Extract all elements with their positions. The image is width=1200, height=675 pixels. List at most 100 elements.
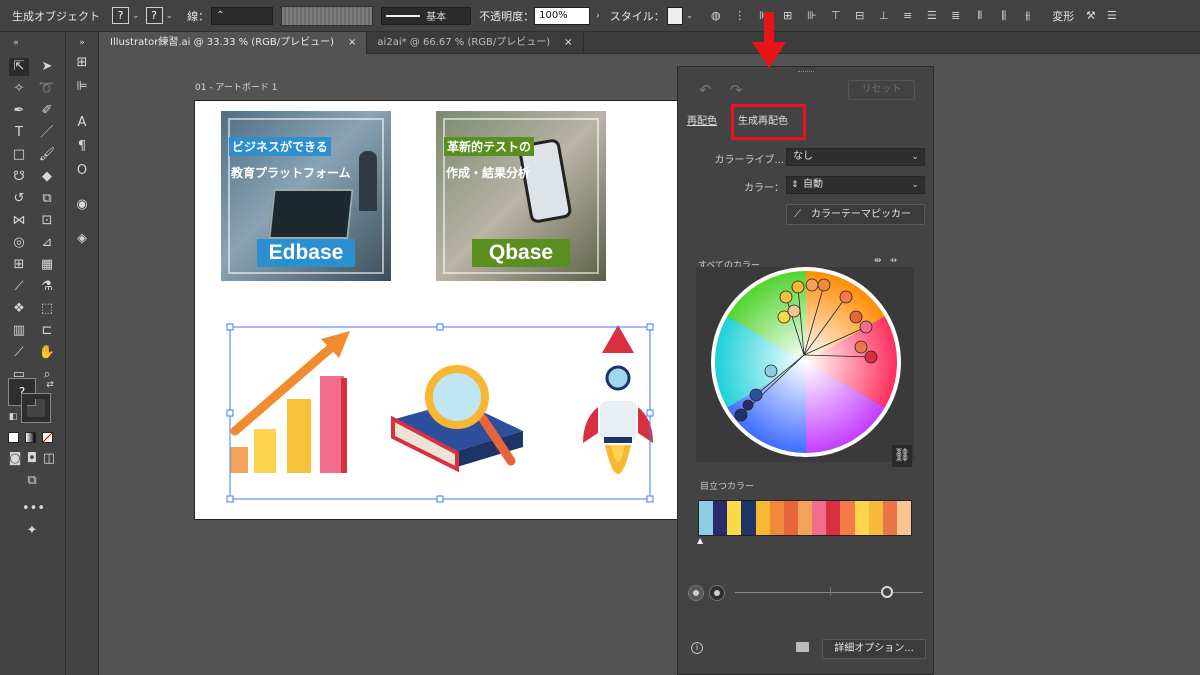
align-right-icon[interactable]: ⊪ xyxy=(805,9,818,22)
prominent-color-swatch[interactable] xyxy=(741,501,756,535)
artboards-panel-icon[interactable]: ⊞ xyxy=(72,54,92,72)
distribute-left-icon[interactable]: ⫴ xyxy=(973,9,986,22)
opentype-panel-icon[interactable]: O xyxy=(72,162,92,180)
chevron-right-icon[interactable]: › xyxy=(596,11,600,21)
perspective-grid-tool-icon[interactable]: ⊿ xyxy=(37,234,57,252)
reset-button[interactable]: リセット xyxy=(848,80,915,100)
shaper-tool-icon[interactable]: ☋ xyxy=(9,168,29,186)
distribute-bottom-icon[interactable]: ≣ xyxy=(949,9,962,22)
width-tool-icon[interactable]: ⋈ xyxy=(9,212,29,230)
slice-tool-icon[interactable]: ⟋ xyxy=(9,344,29,362)
prominent-color-swatch[interactable] xyxy=(797,501,813,535)
distribute-top-icon[interactable]: ≡ xyxy=(901,9,914,22)
brush-definition-dropdown[interactable]: 基本 xyxy=(381,6,472,25)
appearance-panel-icon[interactable]: ◉ xyxy=(72,196,92,214)
column-graph-tool-icon[interactable]: ▥ xyxy=(9,322,29,340)
folder-icon[interactable] xyxy=(796,642,809,652)
sparkle-icon[interactable]: ✦ xyxy=(22,522,42,540)
variable-width-profile[interactable] xyxy=(281,5,374,26)
prominent-color-swatch[interactable] xyxy=(727,501,742,535)
blend-tool-icon[interactable]: ⚗ xyxy=(37,278,57,296)
tab-ai2ai[interactable]: ai2ai* @ 66.67 % (RGB/プレビュー) × xyxy=(367,32,584,54)
paintbrush-tool-icon[interactable]: 🖌 xyxy=(37,146,57,164)
tab-recolor[interactable]: 再配色 xyxy=(687,112,717,127)
prominent-color-swatch[interactable] xyxy=(769,501,784,535)
live-paint-tool-icon[interactable]: ⬚ xyxy=(37,300,57,318)
panel-drag-handle[interactable] xyxy=(798,71,814,74)
rectangle-tool-icon[interactable]: □ xyxy=(9,146,29,164)
selection-tool-icon[interactable]: ⇱ xyxy=(9,58,29,76)
draw-inside-icon[interactable]: ◫ xyxy=(39,450,59,468)
redo-icon[interactable]: ↷ xyxy=(730,81,743,99)
prominent-colors-bar[interactable] xyxy=(698,500,912,536)
style-swatch[interactable] xyxy=(666,6,683,25)
rotate-tool-icon[interactable]: ↺ xyxy=(9,190,29,208)
align-top-icon[interactable]: ⊤ xyxy=(829,9,842,22)
transform-label[interactable]: 変形 xyxy=(1052,8,1074,24)
opacity-field[interactable]: 100% xyxy=(534,6,591,25)
direct-selection-tool-icon[interactable]: ➤ xyxy=(37,58,57,76)
color-wheel-area[interactable] xyxy=(696,267,914,462)
close-icon[interactable]: × xyxy=(564,32,572,54)
illustration-group[interactable] xyxy=(195,101,680,520)
distribute-right-icon[interactable]: ⫵ xyxy=(1021,9,1034,22)
gradient-mode-icon[interactable] xyxy=(25,432,36,443)
none-mode-icon[interactable] xyxy=(42,432,53,443)
free-transform-tool-icon[interactable]: ⊡ xyxy=(37,212,57,230)
align-middle-icon[interactable]: ⊟ xyxy=(853,9,866,22)
artboard-tool-icon[interactable]: ⊏ xyxy=(37,322,57,340)
expand-icon[interactable]: » xyxy=(72,34,92,52)
fill-swatch[interactable]: ? xyxy=(112,7,129,24)
prominent-color-swatch[interactable] xyxy=(755,501,770,535)
panel-menu-icon[interactable]: ☰ xyxy=(1105,9,1118,22)
scale-tool-icon[interactable]: ⧉ xyxy=(37,190,57,208)
prominent-color-swatch[interactable] xyxy=(882,501,897,535)
distribute-middle-icon[interactable]: ☰ xyxy=(925,9,938,22)
warp-icon[interactable]: ⚒ xyxy=(1084,9,1097,22)
artboard[interactable]: ビジネスができる 教育プラットフォーム Edbase 革新的テストの 作成・結果… xyxy=(194,100,680,520)
prominent-color-swatch[interactable] xyxy=(840,501,855,535)
prominent-color-swatch[interactable] xyxy=(713,501,728,535)
chevron-down-icon[interactable]: ⌄ xyxy=(686,11,694,21)
distribute-center-icon[interactable]: ⫼ xyxy=(997,9,1010,22)
prominent-color-swatch[interactable] xyxy=(699,501,714,535)
colors-dropdown[interactable]: ⇕ 自動 ⌄ xyxy=(786,176,925,194)
shape-builder-tool-icon[interactable]: ◎ xyxy=(9,234,29,252)
hand-tool-icon[interactable]: ✋ xyxy=(37,344,57,362)
advanced-options-button[interactable]: 詳細オプション... xyxy=(822,639,926,659)
gradient-tool-icon[interactable]: ▦ xyxy=(37,256,57,274)
prominent-color-swatch[interactable] xyxy=(783,501,798,535)
stroke-swatch[interactable]: ? xyxy=(145,7,163,24)
color-mode-icon[interactable] xyxy=(8,432,19,443)
grid-icon[interactable]: ⋮ xyxy=(733,9,746,22)
brightness-slider-knob[interactable] xyxy=(881,586,893,598)
mesh-tool-icon[interactable]: ⊞ xyxy=(9,256,29,274)
curvature-tool-icon[interactable]: ✐ xyxy=(37,102,57,120)
chevron-down-icon[interactable]: ⌄ xyxy=(132,11,140,21)
paragraph-panel-icon[interactable]: ¶ xyxy=(72,138,92,156)
prominent-color-swatch[interactable] xyxy=(812,501,827,535)
prominent-color-swatch[interactable] xyxy=(826,501,841,535)
color-wheel-segmented-radio[interactable] xyxy=(709,585,725,601)
link-harmony-icon[interactable]: ⛓ xyxy=(892,445,912,467)
align-bottom-icon[interactable]: ⊥ xyxy=(877,9,890,22)
screen-mode-icon[interactable]: ⧉ xyxy=(22,472,42,490)
color-wheel[interactable] xyxy=(696,267,914,462)
stepper-icon[interactable]: ⇕ xyxy=(791,177,799,193)
character-panel-icon[interactable]: A xyxy=(72,114,92,132)
color-theme-picker-button[interactable]: ⟋ カラーテーマピッカー xyxy=(786,204,925,225)
undo-icon[interactable]: ↶ xyxy=(699,81,712,99)
magic-wand-tool-icon[interactable]: ✧ xyxy=(9,80,29,98)
recolor-icon[interactable]: ◍ xyxy=(709,9,722,22)
stroke-weight-field[interactable]: ⌃ xyxy=(211,6,274,25)
default-colors-icon[interactable]: ◧ xyxy=(3,408,23,426)
close-icon[interactable]: × xyxy=(348,32,356,54)
info-icon[interactable]: i xyxy=(691,642,703,654)
prominent-color-swatch[interactable] xyxy=(896,501,912,535)
symbol-sprayer-tool-icon[interactable]: ❖ xyxy=(9,300,29,318)
tab-illustrator-practice[interactable]: Illustrator練習.ai @ 33.33 % (RGB/プレビュー) × xyxy=(100,32,368,54)
wheel-harmony-icons[interactable]: ⇹⇸ xyxy=(874,256,905,266)
stroke-color-swatch[interactable] xyxy=(21,393,51,423)
layers-panel-icon[interactable]: ◈ xyxy=(72,230,92,248)
color-wheel-smooth-radio[interactable] xyxy=(688,585,704,601)
